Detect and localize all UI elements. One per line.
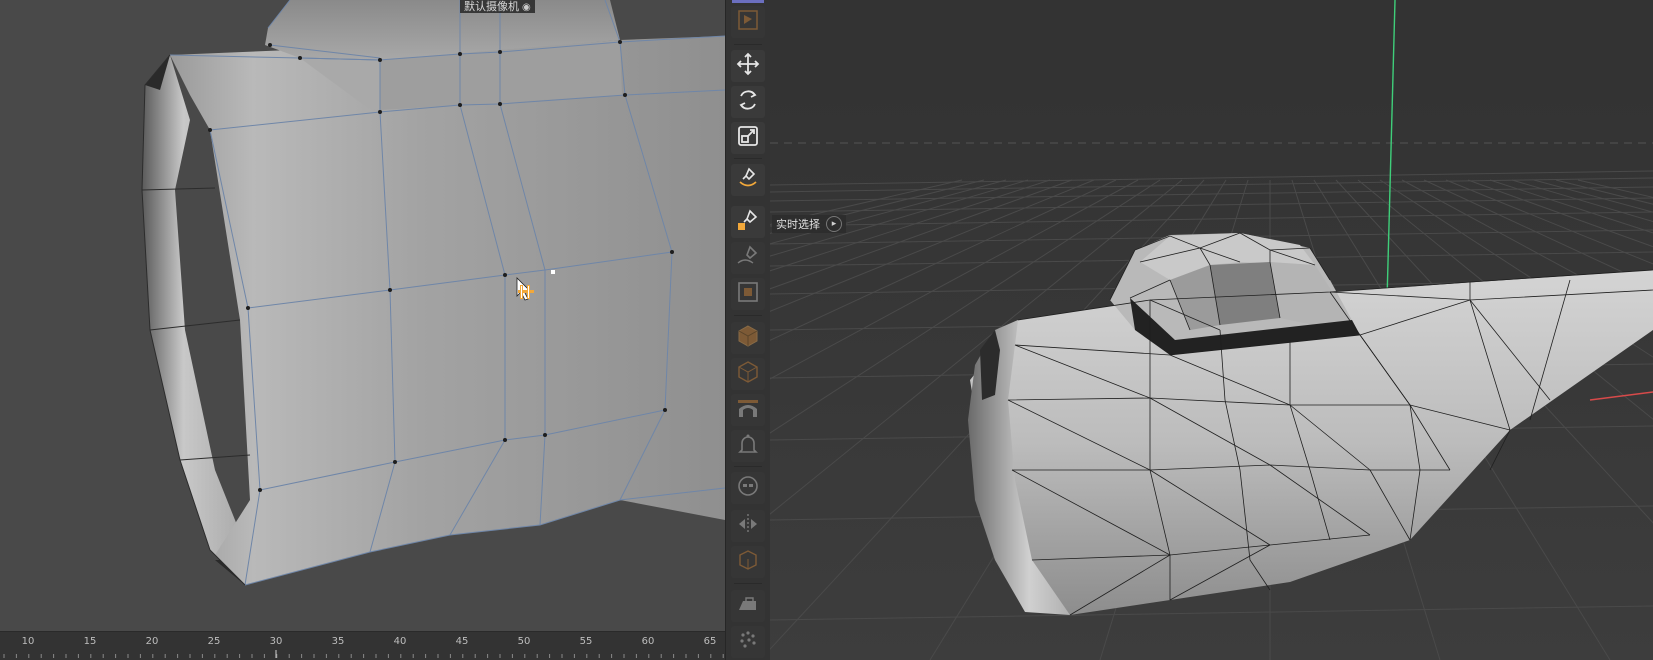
mirror-icon bbox=[735, 511, 761, 541]
timeline-tick: 55 bbox=[579, 636, 593, 647]
timeline-tick: 20 bbox=[145, 636, 159, 647]
timeline-tick: 40 bbox=[393, 636, 407, 647]
camera-label[interactable]: 默认摄像机 ◉ bbox=[460, 0, 535, 13]
snap-cursor-icon bbox=[518, 283, 536, 301]
move-tool-button[interactable] bbox=[731, 50, 765, 82]
live-select-icon bbox=[735, 207, 761, 237]
dots-button[interactable] bbox=[731, 626, 765, 658]
timeline-ruler-ticks bbox=[3, 650, 724, 658]
cube-wire-button[interactable] bbox=[731, 358, 765, 390]
timeline-tick: 30 bbox=[269, 636, 283, 647]
left-scene[interactable] bbox=[0, 0, 725, 632]
left-viewport[interactable]: 默认摄像机 ◉ 10 15 20 25 30 35 40 45 50 55 60 … bbox=[0, 0, 725, 660]
brush-smile-icon bbox=[735, 165, 761, 195]
cube-primitive-button[interactable] bbox=[731, 322, 765, 354]
polygon-select-tool-button[interactable] bbox=[731, 278, 765, 310]
timeline-tick: 35 bbox=[331, 636, 345, 647]
iron-icon bbox=[735, 591, 761, 621]
dots-icon bbox=[735, 627, 761, 657]
timeline-tick: 45 bbox=[455, 636, 469, 647]
box-button[interactable] bbox=[731, 546, 765, 578]
timeline-tick: 50 bbox=[517, 636, 531, 647]
toolbar-separator bbox=[734, 44, 762, 45]
tooltip-text: 实时选择 bbox=[776, 218, 820, 231]
mask-icon bbox=[735, 473, 761, 503]
toolbar-separator bbox=[734, 583, 762, 584]
polygon-select-icon bbox=[735, 279, 761, 309]
lasso-select-icon bbox=[735, 243, 761, 273]
mask-button[interactable] bbox=[731, 472, 765, 504]
timeline-ruler[interactable]: 10 15 20 25 30 35 40 45 50 55 60 65 bbox=[0, 631, 725, 660]
scale-tool-button[interactable] bbox=[731, 122, 765, 154]
brush-tool-button[interactable] bbox=[731, 164, 765, 196]
bell-icon bbox=[735, 431, 761, 461]
lasso-select-tool-button[interactable] bbox=[731, 242, 765, 274]
cube-wire-icon bbox=[735, 359, 761, 389]
right-viewport[interactable]: 实时选择 ▸ bbox=[770, 0, 1653, 660]
tool-palette bbox=[725, 0, 771, 660]
scale-icon bbox=[735, 123, 761, 153]
right-scene[interactable] bbox=[770, 0, 1653, 660]
timeline-tick: 65 bbox=[703, 636, 717, 647]
timeline-tick: 10 bbox=[21, 636, 35, 647]
bell-button[interactable] bbox=[731, 430, 765, 462]
toolbar-separator bbox=[734, 466, 762, 467]
live-select-tooltip: 实时选择 ▸ bbox=[772, 215, 846, 233]
render-region-button[interactable] bbox=[731, 6, 765, 38]
iron-button[interactable] bbox=[731, 590, 765, 622]
camera-label-text: 默认摄像机 bbox=[464, 0, 519, 13]
timeline-tick: 60 bbox=[641, 636, 655, 647]
timeline-tick: 25 bbox=[207, 636, 221, 647]
mirror-button[interactable] bbox=[731, 510, 765, 542]
timeline-tick: 15 bbox=[83, 636, 97, 647]
toolbar-top-strip bbox=[732, 0, 764, 3]
box-icon bbox=[735, 547, 761, 577]
rotate-tool-button[interactable] bbox=[731, 86, 765, 118]
toolbar-separator bbox=[734, 315, 762, 316]
help-icon[interactable]: ▸ bbox=[826, 216, 842, 232]
arch-icon bbox=[735, 395, 761, 425]
camera-icon: ◉ bbox=[522, 2, 531, 13]
rotate-icon bbox=[735, 87, 761, 117]
cube-orange-icon bbox=[735, 323, 761, 353]
move-icon bbox=[735, 51, 761, 81]
arch-deformer-button[interactable] bbox=[731, 394, 765, 426]
toolbar-separator bbox=[734, 158, 762, 159]
render-region-icon bbox=[735, 7, 761, 37]
live-select-tool-button[interactable] bbox=[731, 206, 765, 238]
